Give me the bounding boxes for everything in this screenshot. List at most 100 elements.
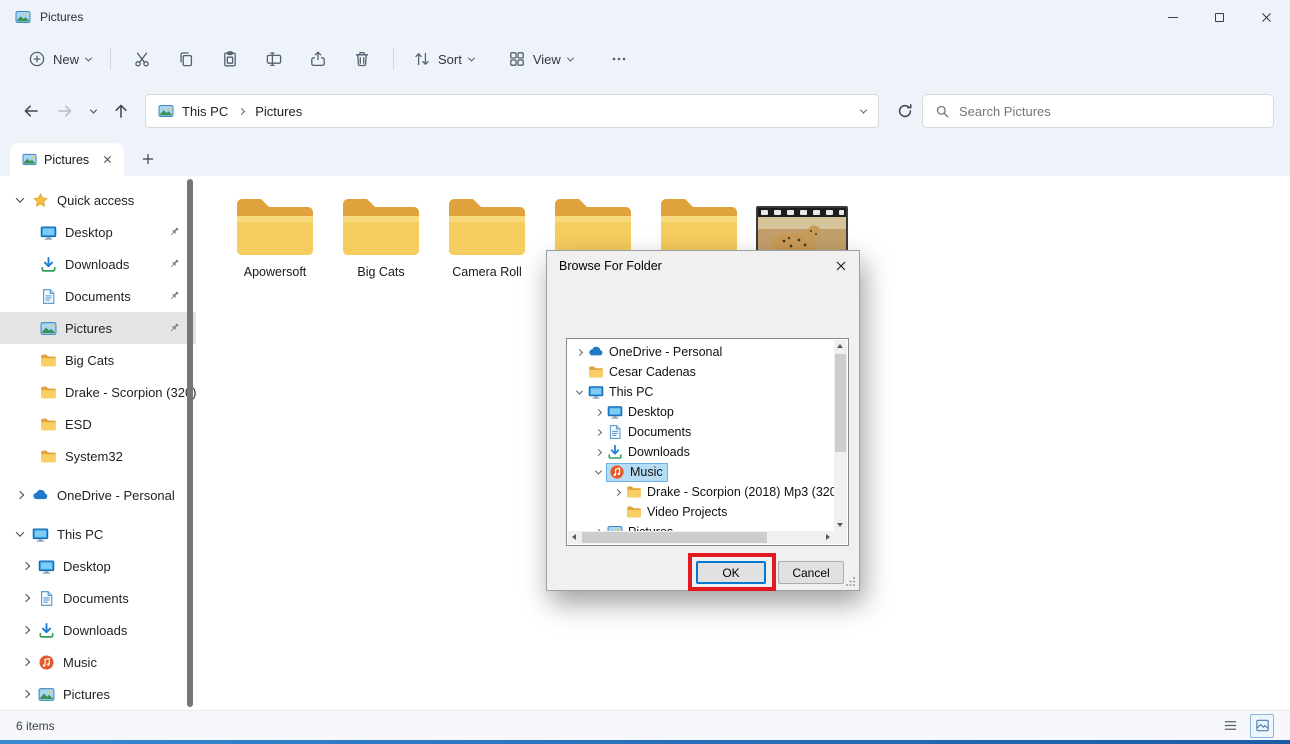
tree-item-downloads[interactable]: Downloads — [570, 442, 834, 462]
folder-icon — [233, 194, 317, 260]
tree-horizontal-scrollbar[interactable] — [568, 531, 834, 544]
window-title: Pictures — [40, 10, 83, 24]
sidebar-item-pc-downloads[interactable]: Downloads — [0, 614, 196, 646]
sidebar-item-pc-music[interactable]: Music — [0, 646, 196, 678]
delete-button[interactable] — [340, 42, 384, 76]
refresh-button[interactable] — [888, 94, 922, 128]
scroll-left-arrow-icon[interactable] — [572, 534, 576, 540]
copy-button[interactable] — [164, 42, 208, 76]
cancel-button[interactable]: Cancel — [778, 561, 844, 584]
sidebar-item-quick-access[interactable]: Quick access — [0, 184, 196, 216]
sidebar-label: OneDrive - Personal — [57, 488, 175, 503]
chevron-collapsed-icon[interactable] — [18, 686, 34, 702]
address-dropdown-icon[interactable] — [860, 106, 867, 113]
sidebar-item-big-cats[interactable]: Big Cats — [0, 344, 196, 376]
tab-close-button[interactable] — [98, 151, 116, 169]
tree-item-desktop[interactable]: Desktop — [570, 402, 834, 422]
folder-icon — [40, 448, 57, 465]
close-button[interactable] — [1243, 0, 1290, 34]
tree-item-cesar-cadenas[interactable]: Cesar Cadenas — [570, 362, 834, 382]
pictures-icon — [22, 152, 37, 167]
pin-icon — [167, 289, 181, 303]
new-tab-button[interactable] — [133, 144, 163, 174]
address-bar[interactable]: This PC Pictures — [145, 94, 879, 128]
sidebar-item-this-pc[interactable]: This PC — [0, 518, 196, 550]
dialog-close-button[interactable] — [823, 251, 859, 281]
thumbnail-view-button[interactable] — [1250, 714, 1274, 738]
new-button[interactable]: New — [18, 42, 101, 76]
view-button[interactable]: View — [498, 42, 583, 76]
chevron-collapsed-icon[interactable] — [591, 405, 606, 420]
folder-tile-apowersoft[interactable]: Apowersoft — [222, 192, 328, 279]
chevron-expanded-icon[interactable] — [12, 526, 28, 542]
tree-item-this-pc[interactable]: This PC — [570, 382, 834, 402]
up-button[interactable] — [104, 94, 138, 128]
tree-vertical-scrollbar[interactable] — [834, 340, 847, 531]
tree-item-music[interactable]: Music — [570, 462, 834, 482]
sidebar-scrollbar[interactable] — [187, 179, 193, 707]
search-box[interactable] — [922, 94, 1274, 128]
sidebar-item-downloads[interactable]: Downloads — [0, 248, 196, 280]
chevron-collapsed-icon[interactable] — [572, 345, 587, 360]
breadcrumb-this-pc[interactable]: This PC — [182, 104, 228, 119]
rename-button[interactable] — [252, 42, 296, 76]
chevron-collapsed-icon[interactable] — [12, 487, 28, 503]
chevron-collapsed-icon[interactable] — [18, 558, 34, 574]
sidebar-item-system32[interactable]: System32 — [0, 440, 196, 472]
forward-button[interactable] — [48, 94, 82, 128]
paste-button[interactable] — [208, 42, 252, 76]
chevron-expanded-icon[interactable] — [591, 465, 606, 480]
scroll-down-arrow-icon[interactable] — [837, 523, 843, 527]
tree-item-label: OneDrive - Personal — [609, 345, 722, 359]
search-input[interactable] — [959, 104, 1261, 119]
more-options-button[interactable] — [597, 42, 641, 76]
minimize-button[interactable] — [1149, 0, 1196, 34]
tree-item-pictures[interactable]: Pictures — [570, 522, 834, 531]
back-button[interactable] — [14, 94, 48, 128]
scroll-up-arrow-icon[interactable] — [837, 344, 843, 348]
folder-icon — [40, 352, 57, 369]
scroll-right-arrow-icon[interactable] — [826, 534, 830, 540]
chevron-expanded-icon[interactable] — [572, 385, 587, 400]
recent-locations-button[interactable] — [82, 94, 104, 128]
sidebar-item-esd[interactable]: ESD — [0, 408, 196, 440]
refresh-icon — [896, 102, 914, 120]
folder-icon — [588, 364, 604, 380]
folder-tile-big-cats[interactable]: Big Cats — [328, 192, 434, 279]
chevron-collapsed-icon[interactable] — [18, 622, 34, 638]
sidebar-item-pc-documents[interactable]: Documents — [0, 582, 196, 614]
vertical-scroll-thumb[interactable] — [835, 354, 846, 452]
ellipsis-icon — [610, 50, 628, 68]
chevron-expanded-icon[interactable] — [12, 192, 28, 208]
sidebar-item-pc-desktop[interactable]: Desktop — [0, 550, 196, 582]
maximize-button[interactable] — [1196, 0, 1243, 34]
sidebar-label: Quick access — [57, 193, 134, 208]
sidebar-item-drake-scorpion[interactable]: Drake - Scorpion (320) — [0, 376, 196, 408]
tree-item-onedrive[interactable]: OneDrive - Personal — [570, 342, 834, 362]
details-view-button[interactable] — [1218, 714, 1242, 738]
folder-tile-camera-roll[interactable]: Camera Roll — [434, 192, 540, 279]
resize-grip-icon[interactable] — [845, 576, 856, 587]
chevron-collapsed-icon[interactable] — [18, 590, 34, 606]
sidebar-item-pc-pictures[interactable]: Pictures — [0, 678, 196, 710]
sidebar-item-desktop[interactable]: Desktop — [0, 216, 196, 248]
tab-pictures[interactable]: Pictures — [10, 143, 124, 176]
cut-button[interactable] — [120, 42, 164, 76]
share-button[interactable] — [296, 42, 340, 76]
chevron-collapsed-icon[interactable] — [610, 485, 625, 500]
chevron-collapsed-icon[interactable] — [591, 425, 606, 440]
sidebar-item-documents[interactable]: Documents — [0, 280, 196, 312]
dialog-title: Browse For Folder — [559, 259, 662, 273]
sidebar-item-onedrive[interactable]: OneDrive - Personal — [0, 479, 196, 511]
sort-button[interactable]: Sort — [403, 42, 484, 76]
tree-item-drake-scorpion[interactable]: Drake - Scorpion (2018) Mp3 (320kbp — [570, 482, 834, 502]
sidebar-item-pictures[interactable]: Pictures — [0, 312, 196, 344]
tree-item-video-projects[interactable]: Video Projects — [570, 502, 834, 522]
chevron-collapsed-icon[interactable] — [18, 654, 34, 670]
scissors-icon — [133, 50, 151, 68]
close-icon — [835, 260, 847, 272]
breadcrumb-pictures[interactable]: Pictures — [255, 104, 302, 119]
horizontal-scroll-thumb[interactable] — [582, 532, 767, 543]
tree-item-documents[interactable]: Documents — [570, 422, 834, 442]
chevron-collapsed-icon[interactable] — [591, 445, 606, 460]
